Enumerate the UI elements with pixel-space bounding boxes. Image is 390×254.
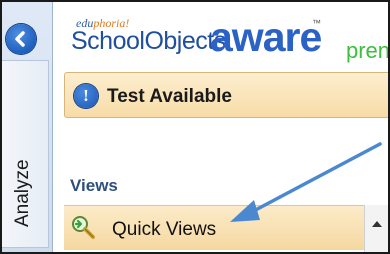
banner-text: Test Available <box>107 86 232 107</box>
test-available-banner[interactable]: ! Test Available <box>64 72 388 118</box>
quick-views-label: Quick Views <box>112 219 217 240</box>
back-button[interactable] <box>6 24 36 54</box>
logo-schoolobjects: SchoolObjects <box>71 27 226 55</box>
logo-aware: aware <box>210 14 322 60</box>
logo-trademark: ™ <box>312 18 321 28</box>
quick-views-magnifier-icon <box>72 216 95 239</box>
logo-edition: pren <box>346 38 390 63</box>
app-window: Analyze eduphoria! SchoolObjects aware ™… <box>0 0 390 254</box>
tab-analyze-label: Analyze <box>12 159 33 227</box>
views-heading: Views <box>70 176 118 195</box>
scrollbar[interactable] <box>364 205 388 252</box>
scroll-up-icon[interactable] <box>372 221 382 227</box>
quick-views-item[interactable]: Quick Views <box>64 205 364 250</box>
left-sidebar: Analyze <box>2 2 53 252</box>
app-logo: eduphoria! SchoolObjects aware ™ pren <box>62 10 388 63</box>
info-icon: ! <box>74 84 98 108</box>
tab-analyze[interactable]: Analyze <box>2 60 49 248</box>
back-arrow-icon <box>15 31 25 47</box>
